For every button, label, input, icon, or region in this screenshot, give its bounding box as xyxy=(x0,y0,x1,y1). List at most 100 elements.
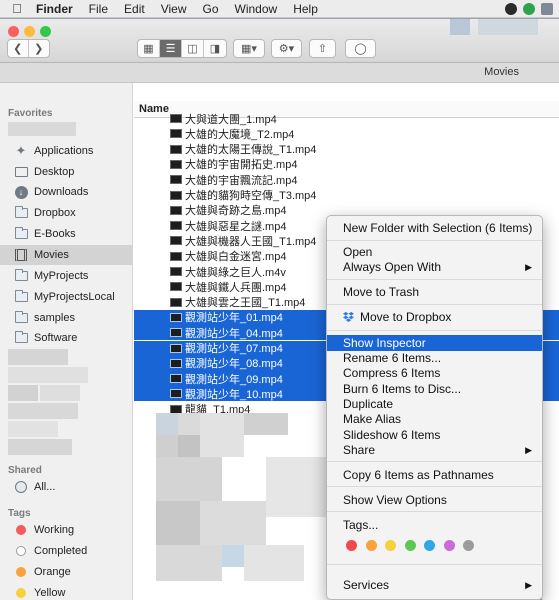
file-name: 大雄的貓狗時空傳_T3.mp4 xyxy=(185,190,317,202)
view-mode-selector: ▦ ☰ ◫ ◨ xyxy=(137,39,227,58)
menu-item-label: Move to Dropbox xyxy=(360,310,452,324)
menu-help[interactable]: Help xyxy=(285,2,326,16)
video-thumbnail-icon xyxy=(170,190,182,200)
menu-item-duplicate[interactable]: Duplicate xyxy=(327,396,542,412)
action-button[interactable]: ⚙▾ xyxy=(271,39,302,58)
sidebar-item-e-books[interactable]: E-Books xyxy=(0,224,133,244)
menu-item-move-to-dropbox[interactable]: Move to Dropbox xyxy=(327,309,542,325)
tag-color-dot[interactable] xyxy=(346,540,357,551)
video-thumbnail-icon xyxy=(170,159,182,169)
blurred-region xyxy=(178,413,200,435)
forward-button[interactable]: ❯ xyxy=(29,40,49,57)
menu-item-slideshow[interactable]: Slideshow 6 Items xyxy=(327,427,542,443)
menu-item-show-inspector[interactable]: Show Inspector xyxy=(327,335,542,351)
sidebar-item-samples[interactable]: samples xyxy=(0,308,133,328)
sidebar-item-myprojectslocal[interactable]: MyProjectsLocal xyxy=(0,287,133,307)
blurred-region xyxy=(450,19,470,35)
share-button[interactable]: ⇧ xyxy=(309,39,336,58)
menu-separator xyxy=(327,564,542,565)
sync-status-icon[interactable] xyxy=(505,2,517,15)
icon-view-icon[interactable]: ▦ xyxy=(138,40,160,57)
sidebar-item-software[interactable]: Software xyxy=(0,328,133,348)
app-status-icon[interactable] xyxy=(523,2,535,15)
menu-window[interactable]: Window xyxy=(227,2,286,16)
sidebar-tag-orange[interactable]: Orange xyxy=(0,562,133,582)
minimize-window-icon[interactable] xyxy=(24,26,35,37)
menu-item-new-folder-with-selection[interactable]: New Folder with Selection (6 Items) xyxy=(327,220,542,236)
path-bar: Movies xyxy=(0,63,559,83)
file-row[interactable]: 大雄的宇宙飄流記.mp4 xyxy=(134,172,559,187)
folder-icon xyxy=(14,331,28,345)
folder-icon xyxy=(14,227,28,241)
sidebar-item-dropbox[interactable]: Dropbox xyxy=(0,203,133,223)
menu-item-copy-as-pathnames[interactable]: Copy 6 Items as Pathnames xyxy=(327,467,542,483)
zoom-window-icon[interactable] xyxy=(40,26,51,37)
sidebar-item-applications[interactable]: ✦ Applications xyxy=(0,141,133,161)
file-name: 大雄的大魔境_T2.mp4 xyxy=(185,128,295,141)
menu-item-tags[interactable]: Tags... xyxy=(327,517,542,533)
blurred-region xyxy=(200,501,266,545)
sidebar-item-desktop[interactable]: Desktop xyxy=(0,162,133,182)
file-row[interactable]: 大雄的貓狗時空傳_T3.mp4 xyxy=(134,188,559,203)
downloads-icon: ↓ xyxy=(14,185,28,199)
menu-go[interactable]: Go xyxy=(195,2,227,16)
apple-icon[interactable]:  xyxy=(0,1,34,16)
menu-item-compress[interactable]: Compress 6 Items xyxy=(327,365,542,381)
menu-item-show-view-options[interactable]: Show View Options xyxy=(327,492,542,508)
column-view-icon[interactable]: ◫ xyxy=(182,40,204,57)
sidebar-item-label: Applications xyxy=(34,145,94,157)
sidebar-tag-working[interactable]: Working xyxy=(0,520,133,540)
file-name: 大雄與鐵人兵團.mp4 xyxy=(185,281,287,294)
blurred-region xyxy=(156,501,200,545)
menu-item-services[interactable]: Services ▶ xyxy=(327,577,542,593)
file-row[interactable]: 大雄的大魔境_T2.mp4 xyxy=(134,126,559,141)
tag-color-dot[interactable] xyxy=(404,540,416,551)
menu-app-name[interactable]: Finder xyxy=(34,2,81,16)
menu-item-always-open-with[interactable]: Always Open With ▶ xyxy=(327,259,542,275)
sidebar-item-all-shared[interactable]: All... xyxy=(0,477,133,497)
cover-flow-icon[interactable]: ◨ xyxy=(204,40,226,57)
dropbox-icon xyxy=(343,311,354,322)
back-button[interactable]: ❮ xyxy=(8,40,29,57)
file-row[interactable]: 大雄的太陽王傳說_T1.mp4 xyxy=(134,142,559,157)
tag-color-dot[interactable] xyxy=(443,540,455,551)
menu-item-open[interactable]: Open xyxy=(327,244,542,260)
tags-header: Tags xyxy=(8,508,31,519)
file-name: 大雄與奇跡之島.mp4 xyxy=(185,205,287,218)
sidebar-item-downloads[interactable]: ↓ Downloads xyxy=(0,182,133,202)
menu-item-rename[interactable]: Rename 6 Items... xyxy=(327,350,542,366)
list-view-icon[interactable]: ☰ xyxy=(160,40,182,57)
menu-item-burn-to-disc[interactable]: Burn 6 Items to Disc... xyxy=(327,381,542,397)
menu-extra-icon[interactable] xyxy=(541,2,553,15)
menu-item-move-to-trash[interactable]: Move to Trash xyxy=(327,284,542,300)
sidebar-item-movies[interactable]: Movies xyxy=(0,245,133,265)
sidebar-item-label: Desktop xyxy=(34,166,75,178)
menu-item-share[interactable]: Share ▶ xyxy=(327,442,542,458)
tag-color-dot[interactable] xyxy=(463,540,474,551)
file-row[interactable]: 大雄的宇宙開拓史.mp4 xyxy=(134,157,559,172)
tag-color-dot[interactable] xyxy=(365,540,377,551)
menu-edit[interactable]: Edit xyxy=(116,2,153,16)
edit-tags-button[interactable]: ◯ xyxy=(345,39,376,58)
sidebar-item-label: Yellow xyxy=(34,587,66,599)
arrange-button[interactable]: ▦▾ xyxy=(233,39,265,58)
menu-separator xyxy=(327,461,542,462)
tag-color-dot[interactable] xyxy=(424,540,435,551)
file-row[interactable]: 大與道大團_1.mp4 xyxy=(134,111,559,126)
file-name: 大雄與綠之巨人.m4v xyxy=(185,266,286,279)
sidebar-item-label: E-Books xyxy=(34,228,76,240)
menu-separator xyxy=(327,240,542,241)
sidebar-item-myprojects[interactable]: MyProjects xyxy=(0,266,133,286)
blurred-region xyxy=(156,413,178,435)
menu-file[interactable]: File xyxy=(81,2,116,16)
menu-item-make-alias[interactable]: Make Alias xyxy=(327,411,542,427)
submenu-arrow-icon: ▶ xyxy=(525,580,532,590)
tag-icon: ◯ xyxy=(354,43,367,55)
tag-color-dot[interactable] xyxy=(385,540,396,551)
close-window-icon[interactable] xyxy=(8,26,19,37)
menu-view[interactable]: View xyxy=(153,2,195,16)
blurred-region xyxy=(178,435,200,457)
sidebar-tag-completed[interactable]: Completed xyxy=(0,541,133,561)
video-thumbnail-icon xyxy=(170,267,182,276)
sidebar-tag-yellow[interactable]: Yellow xyxy=(0,583,133,600)
